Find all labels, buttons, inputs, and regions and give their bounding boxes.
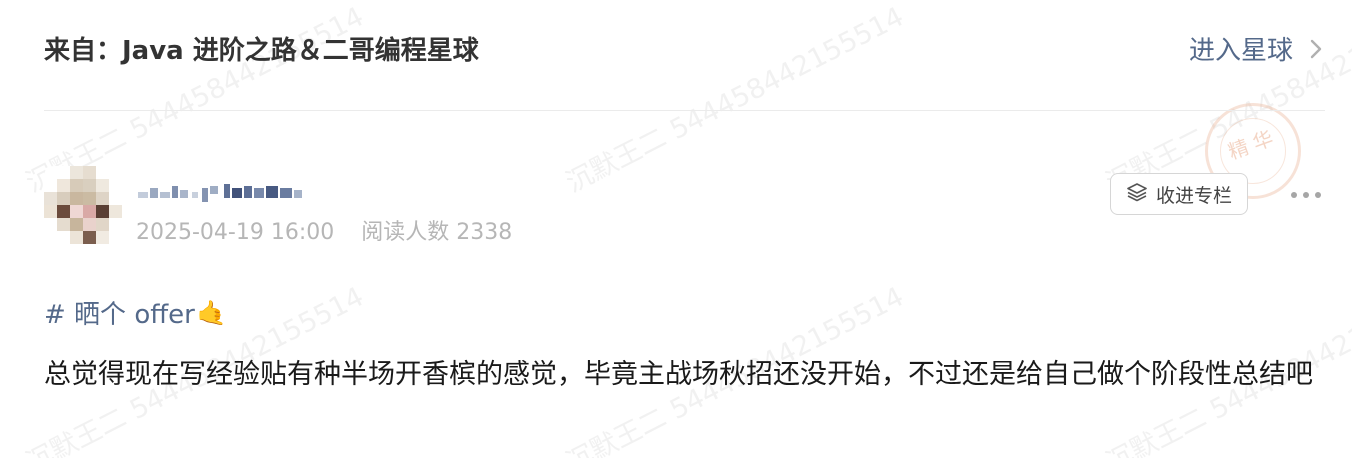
avatar[interactable] — [44, 166, 122, 244]
call-me-hand-icon: 🤙 — [196, 298, 227, 327]
hashtag-link[interactable]: # 晒个 offer 🤙 — [44, 294, 227, 331]
enter-planet-link[interactable]: 进入星球 — [1189, 30, 1325, 67]
more-options-button[interactable] — [1286, 184, 1326, 206]
ellipsis-icon — [1286, 191, 1326, 210]
collect-label: 收进专栏 — [1155, 184, 1232, 207]
source-label: 来自：Java 进阶之路＆二哥编程星球 — [44, 35, 479, 66]
hashtag-label: # 晒个 offer — [44, 300, 195, 330]
post-meta: 2025-04-19 16:00 阅读人数 2338 — [136, 214, 512, 246]
post-body: 总觉得现在写经验贴有种半场开香槟的感觉，毕竟主战场秋招还没开始，不过还是给自己做… — [44, 359, 1313, 390]
author-name-blurred[interactable] — [136, 176, 306, 206]
post-timestamp: 2025-04-19 16:00 — [136, 220, 335, 245]
divider — [44, 110, 1325, 111]
chevron-right-icon — [1307, 37, 1325, 59]
collect-to-column-button[interactable]: 收进专栏 — [1110, 173, 1248, 215]
post-page: 沉默王二 544458442155514 沉默王二 54445844215551… — [0, 0, 1352, 458]
source-bar: 来自：Java 进阶之路＆二哥编程星球 进入星球 — [44, 26, 1325, 70]
enter-planet-label: 进入星球 — [1188, 35, 1293, 66]
read-count: 阅读人数 2338 — [361, 220, 513, 245]
stack-icon — [1126, 182, 1156, 207]
